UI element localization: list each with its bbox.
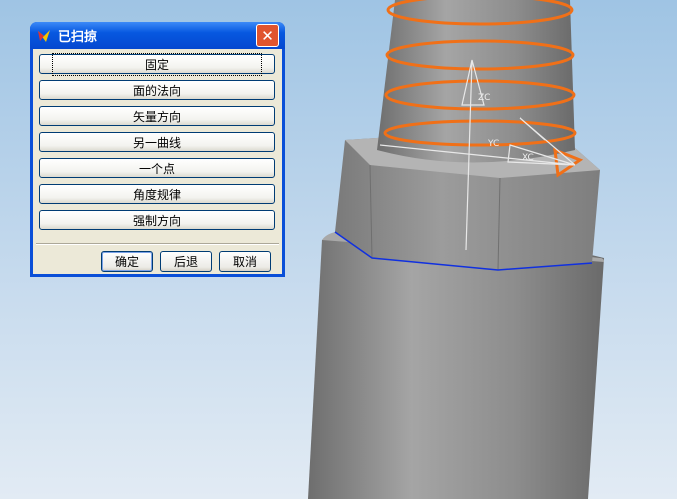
divider	[36, 243, 279, 245]
cancel-button[interactable]: 取消	[219, 251, 271, 272]
dialog-titlebar[interactable]: 已扫掠 ✕	[30, 22, 285, 49]
option-label: 矢量方向	[132, 109, 181, 124]
option-a-point[interactable]: 一个点	[39, 158, 275, 178]
option-label: 强制方向	[132, 213, 181, 228]
ok-button[interactable]: 确定	[101, 251, 153, 272]
option-another-curve[interactable]: 另一曲线	[39, 132, 275, 152]
app-logo-icon	[38, 29, 50, 42]
option-fixed[interactable]: 固定	[39, 52, 275, 76]
axis-label-y: YC	[487, 139, 499, 149]
option-label: 角度规律	[132, 187, 181, 202]
back-button[interactable]: 后退	[160, 251, 212, 272]
option-vector-direction[interactable]: 矢量方向	[39, 106, 275, 126]
axis-label-z: ZC	[478, 93, 490, 103]
option-label: 一个点	[138, 161, 175, 176]
dialog-body: 固定 面的法向 矢量方向 另一曲线 一个点 角度规律 强制方向 确定 后退 取消	[33, 49, 282, 274]
option-label: 面的法向	[132, 83, 181, 98]
option-face-normal[interactable]: 面的法向	[39, 80, 275, 100]
axis-label-x: XC	[522, 153, 534, 163]
option-label: 另一曲线	[132, 135, 181, 150]
dialog-title: 已扫掠	[58, 30, 98, 45]
lower-cylinder	[308, 235, 604, 499]
close-icon[interactable]: ✕	[256, 24, 279, 47]
option-label: 固定	[51, 52, 263, 76]
option-forced-direction[interactable]: 强制方向	[39, 210, 275, 230]
option-angle-law[interactable]: 角度规律	[39, 184, 275, 204]
swept-dialog: 已扫掠 ✕ 固定 面的法向 矢量方向 另一曲线 一个点 角度规律 强制方向 确定…	[30, 22, 285, 277]
